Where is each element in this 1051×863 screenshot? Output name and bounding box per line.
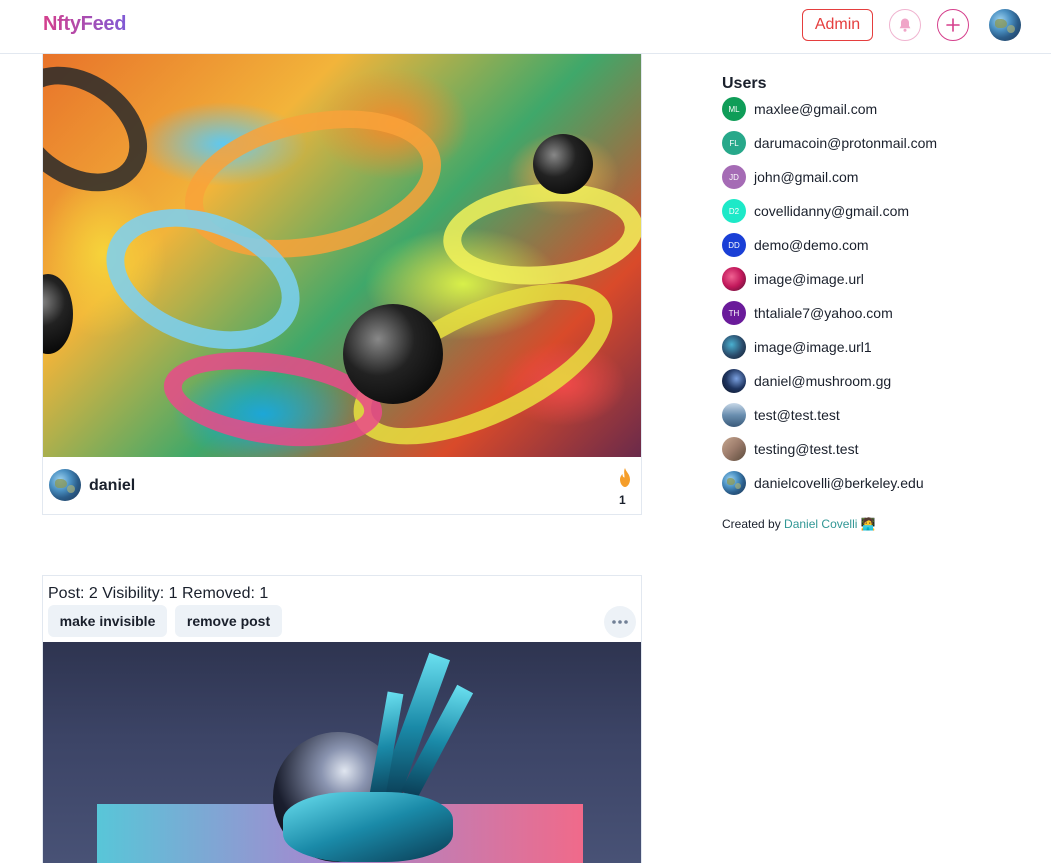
user-item[interactable]: danielcovelli@berkeley.edu <box>722 471 924 495</box>
user-email: image@image.url1 <box>754 339 872 355</box>
user-item[interactable]: DD demo@demo.com <box>722 233 869 257</box>
bell-icon <box>899 18 911 32</box>
user-item[interactable]: JD john@gmail.com <box>722 165 858 189</box>
user-avatar: D2 <box>722 199 746 223</box>
post-status-text: Post: 2 Visibility: 1 Removed: 1 <box>48 585 269 602</box>
credit-prefix: Created by <box>722 517 781 531</box>
make-invisible-button[interactable]: make invisible <box>48 605 167 637</box>
user-item[interactable]: D2 covellidanny@gmail.com <box>722 199 909 223</box>
author-link[interactable]: Daniel Covelli <box>784 517 857 531</box>
user-avatar: DD <box>722 233 746 257</box>
user-email: covellidanny@gmail.com <box>754 203 910 219</box>
user-avatar <box>722 335 746 359</box>
user-item[interactable]: image@image.url1 <box>722 335 872 359</box>
user-avatar <box>722 471 746 495</box>
user-item[interactable]: FL darumacoin@protonmail.com <box>722 131 937 155</box>
user-email: darumacoin@protonmail.com <box>754 135 938 151</box>
user-item[interactable]: testing@test.test <box>722 437 858 461</box>
user-avatar: ML <box>722 97 746 121</box>
user-item[interactable]: image@image.url <box>722 267 864 291</box>
user-email: test@test.test <box>754 407 840 423</box>
author-name[interactable]: daniel <box>89 477 135 495</box>
user-email: daniel@mushroom.gg <box>754 373 892 389</box>
user-avatar: JD <box>722 165 746 189</box>
more-options-button[interactable] <box>604 606 636 638</box>
user-item[interactable]: test@test.test <box>722 403 840 427</box>
ellipsis-icon <box>612 620 628 624</box>
user-avatar <box>722 369 746 393</box>
post-card: Post: 2 Visibility: 1 Removed: 1 make in… <box>42 575 642 863</box>
nft-artwork-image[interactable] <box>43 642 641 863</box>
remove-post-button[interactable]: remove post <box>175 605 282 637</box>
user-item[interactable]: daniel@mushroom.gg <box>722 369 891 393</box>
technologist-emoji: 🧑‍💻 <box>860 517 876 531</box>
create-post-button[interactable] <box>937 9 969 41</box>
user-item[interactable]: TH thtaliale7@yahoo.com <box>722 301 893 325</box>
top-navbar: NftyFeed Admin <box>0 0 1051 54</box>
users-heading: Users <box>722 75 767 92</box>
notifications-button[interactable] <box>889 9 921 41</box>
user-email: testing@test.test <box>754 441 859 457</box>
app-logo[interactable]: NftyFeed <box>43 13 126 36</box>
user-avatar <box>722 267 746 291</box>
user-email: maxlee@gmail.com <box>754 101 878 117</box>
flame-icon[interactable] <box>615 467 635 489</box>
user-avatar: FL <box>722 131 746 155</box>
user-email: danielcovelli@berkeley.edu <box>754 475 924 491</box>
plus-icon <box>946 18 960 32</box>
credit-line: Created by Daniel Covelli 🧑‍💻 <box>722 517 876 531</box>
admin-button[interactable]: Admin <box>802 9 873 41</box>
user-avatar <box>722 403 746 427</box>
post-footer: daniel 1 <box>43 457 641 514</box>
user-email: demo@demo.com <box>754 237 869 253</box>
author-avatar[interactable] <box>49 469 81 501</box>
post-card: daniel 1 <box>42 54 642 515</box>
nft-artwork-image[interactable] <box>43 54 641 457</box>
user-email: thtaliale7@yahoo.com <box>754 305 893 321</box>
user-avatar: TH <box>722 301 746 325</box>
user-email: image@image.url <box>754 271 864 287</box>
reaction-count: 1 <box>619 493 626 507</box>
profile-avatar[interactable] <box>989 9 1021 41</box>
user-email: john@gmail.com <box>754 169 859 185</box>
user-item[interactable]: ML maxlee@gmail.com <box>722 97 877 121</box>
user-avatar <box>722 437 746 461</box>
